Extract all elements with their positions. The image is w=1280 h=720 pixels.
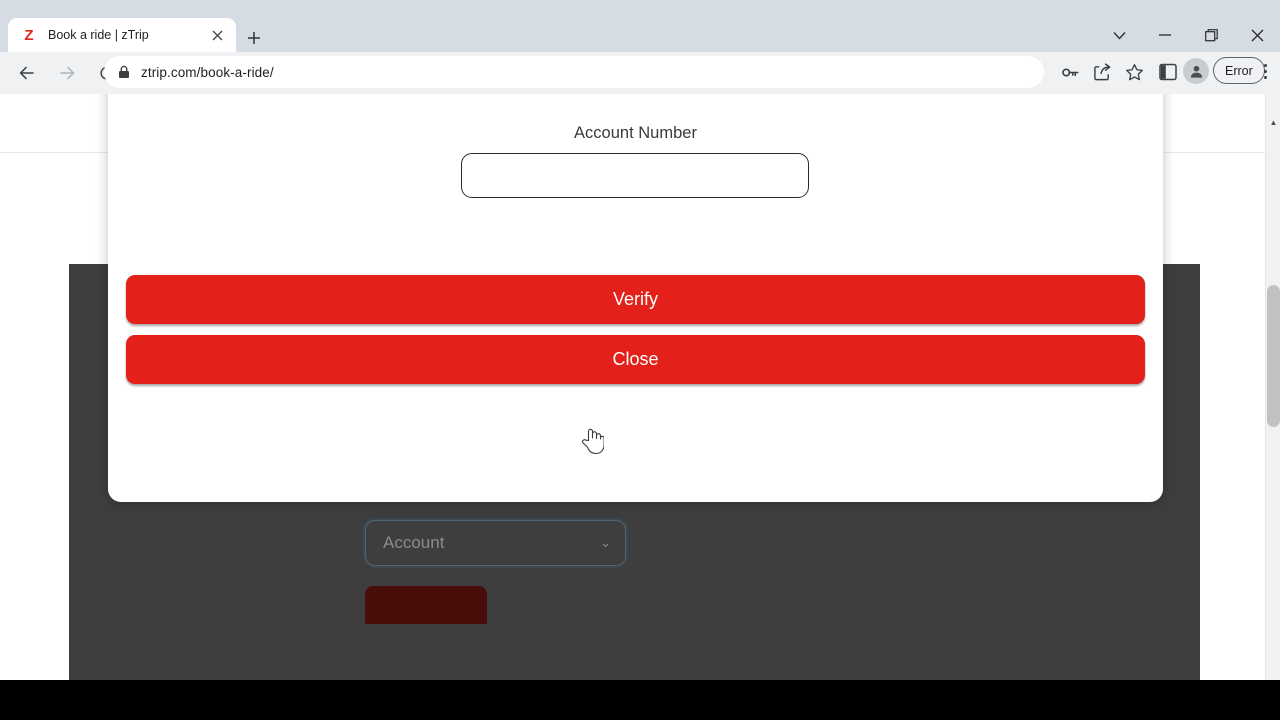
payment-method-select[interactable]: Account ⌄ xyxy=(365,520,626,566)
verify-button[interactable]: Verify xyxy=(126,275,1145,324)
close-button[interactable]: Close xyxy=(126,335,1145,384)
address-bar[interactable]: ztrip.com/book-a-ride/ xyxy=(104,56,1044,88)
scrollbar-up-arrow[interactable]: ▲ xyxy=(1266,115,1280,130)
scrollbar-thumb[interactable] xyxy=(1267,285,1280,427)
forward-button xyxy=(52,58,82,88)
page-scrollbar[interactable]: ▲ xyxy=(1265,94,1280,680)
maximize-button[interactable] xyxy=(1188,18,1234,52)
tab-close-icon[interactable] xyxy=(206,24,228,46)
browser-tab[interactable]: Z Book a ride | zTrip xyxy=(8,18,236,52)
back-button[interactable] xyxy=(12,58,42,88)
profile-avatar[interactable] xyxy=(1183,58,1209,84)
tab-title: Book a ride | zTrip xyxy=(48,28,149,42)
account-number-input[interactable] xyxy=(461,153,809,198)
minimize-button[interactable] xyxy=(1142,18,1188,52)
browser-window: Z Book a ride | zTrip ztrip.com/book-a-r… xyxy=(0,0,1280,720)
window-controls xyxy=(1096,18,1280,52)
chevron-down-icon: ⌄ xyxy=(600,535,611,550)
tab-search-chevron-icon[interactable] xyxy=(1096,18,1142,52)
close-window-button[interactable] xyxy=(1234,18,1280,52)
partial-action-button[interactable] xyxy=(365,586,487,624)
browser-tab-strip: Z Book a ride | zTrip xyxy=(0,0,1280,52)
lock-icon xyxy=(118,65,130,79)
share-icon[interactable] xyxy=(1088,58,1116,86)
new-tab-button[interactable] xyxy=(240,24,268,52)
address-bar-url: ztrip.com/book-a-ride/ xyxy=(141,64,274,80)
side-panel-icon[interactable] xyxy=(1154,58,1182,86)
star-icon[interactable] xyxy=(1120,58,1148,86)
mouse-cursor-pointer xyxy=(582,427,605,455)
account-number-label: Account Number xyxy=(574,124,697,142)
payment-method-value: Account xyxy=(383,533,445,552)
account-verification-modal: Account Number Verify Close xyxy=(108,94,1163,502)
ztrip-favicon-icon: Z xyxy=(24,26,34,44)
page-viewport: zTrip· Home Book a ride Drive With zTrip… xyxy=(0,94,1280,680)
key-icon[interactable] xyxy=(1056,58,1084,86)
browser-menu-icon[interactable] xyxy=(1257,58,1273,84)
screen-letterbox-bottom xyxy=(0,680,1280,720)
